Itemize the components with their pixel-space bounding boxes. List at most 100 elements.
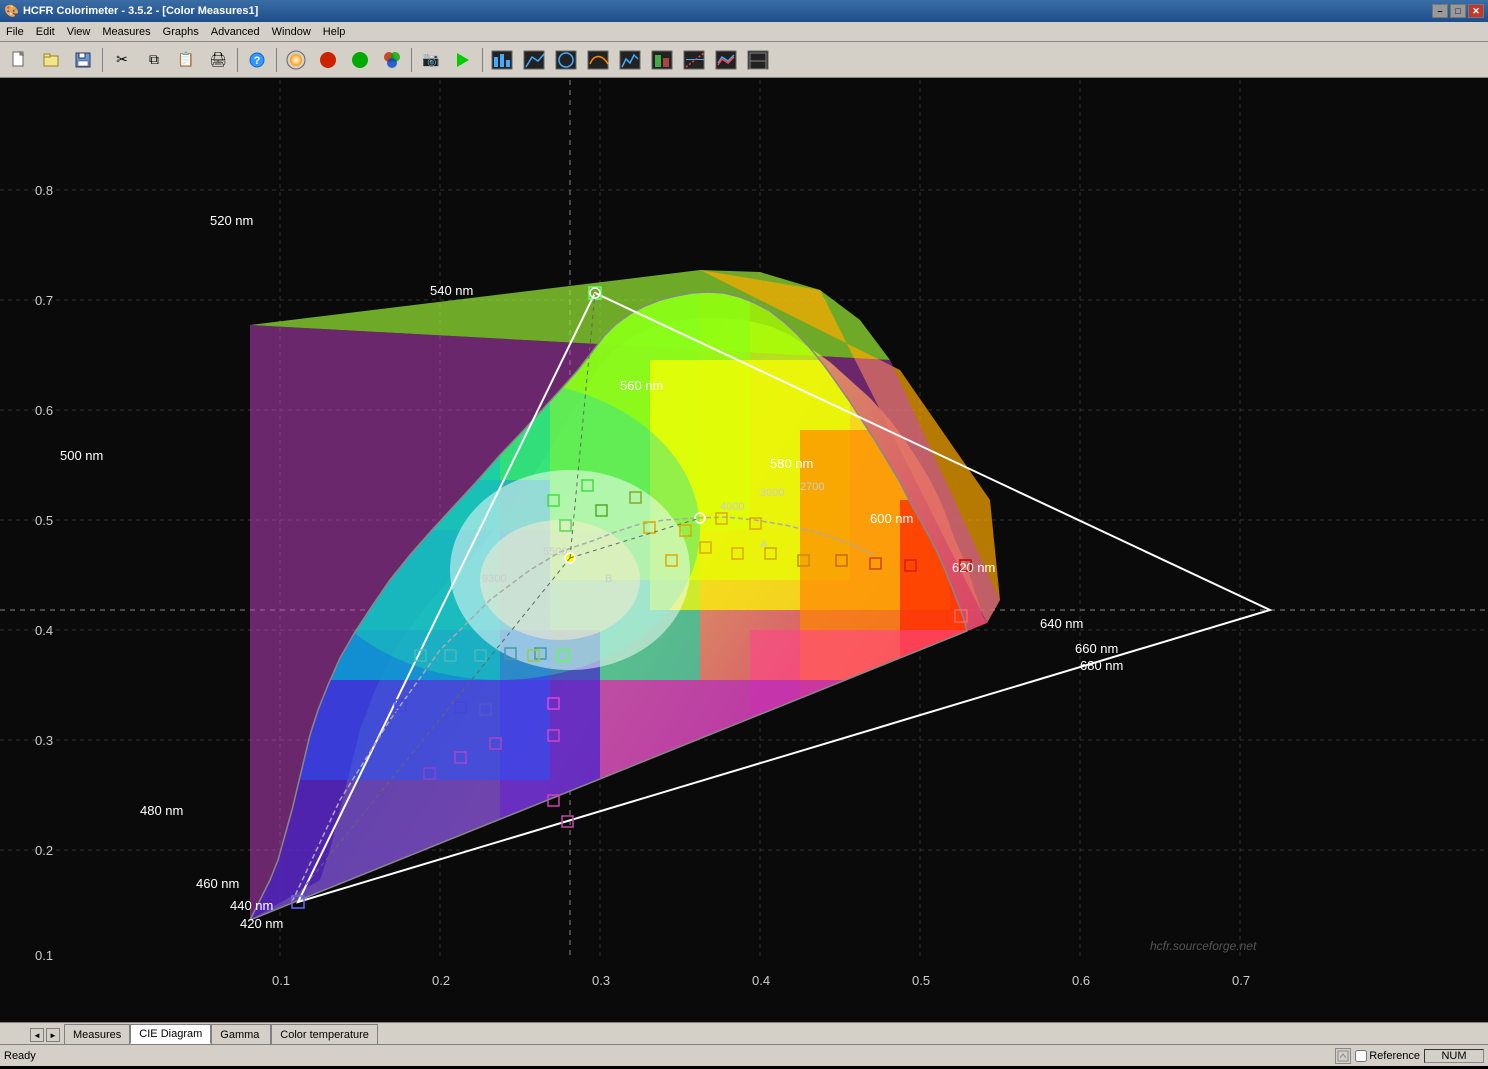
tab-measures[interactable]: Measures xyxy=(64,1024,130,1044)
graph-btn-4[interactable] xyxy=(583,46,613,74)
svg-text:480 nm: 480 nm xyxy=(140,803,183,818)
svg-text:0.4: 0.4 xyxy=(752,973,770,988)
close-button[interactable]: ✕ xyxy=(1468,4,1484,18)
svg-text:460 nm: 460 nm xyxy=(196,876,239,891)
titlebar: 🎨 HCFR Colorimeter - 3.5.2 - [Color Meas… xyxy=(0,0,1488,22)
app-icon: 🎨 xyxy=(4,4,19,18)
svg-text:B: B xyxy=(605,573,612,585)
child-window: 4000 3000 2700 5500 9300 A B xyxy=(0,78,1488,1022)
menu-item-edit[interactable]: Edit xyxy=(30,22,61,41)
menu-item-graphs[interactable]: Graphs xyxy=(157,22,205,41)
separator-2 xyxy=(237,48,238,72)
titlebar-controls: – □ ✕ xyxy=(1432,4,1484,18)
graph-btn-2[interactable] xyxy=(519,46,549,74)
svg-text:9300: 9300 xyxy=(482,573,506,585)
svg-text:0.3: 0.3 xyxy=(35,733,53,748)
reference-check[interactable] xyxy=(1355,1050,1367,1062)
separator-3 xyxy=(276,48,277,72)
titlebar-left: 🎨 HCFR Colorimeter - 3.5.2 - [Color Meas… xyxy=(4,4,258,18)
color-measure-button[interactable] xyxy=(377,46,407,74)
status-right: Reference NUM xyxy=(1335,1048,1484,1064)
svg-text:660 nm: 660 nm xyxy=(1075,641,1118,656)
profile-button[interactable] xyxy=(281,46,311,74)
menu-item-measures[interactable]: Measures xyxy=(96,22,156,41)
menu-item-help[interactable]: Help xyxy=(317,22,352,41)
svg-text:0.6: 0.6 xyxy=(35,403,53,418)
menu-item-advanced[interactable]: Advanced xyxy=(205,22,266,41)
graph-btn-9[interactable] xyxy=(743,46,773,74)
svg-text:0.5: 0.5 xyxy=(912,973,930,988)
cie-diagram-area: 4000 3000 2700 5500 9300 A B xyxy=(0,78,1488,1022)
tab-cie-diagram[interactable]: CIE Diagram xyxy=(130,1024,211,1044)
svg-text:600 nm: 600 nm xyxy=(870,511,913,526)
reference-label: Reference xyxy=(1369,1050,1420,1062)
minimize-button[interactable]: – xyxy=(1432,4,1448,18)
copy-button[interactable]: ⧉ xyxy=(139,46,169,74)
svg-text:hcfr.sourceforge.net: hcfr.sourceforge.net xyxy=(1150,939,1257,953)
tab-navigation: ◄ ► xyxy=(30,1028,60,1044)
separator-1 xyxy=(102,48,103,72)
menu-item-view[interactable]: View xyxy=(61,22,97,41)
svg-text:4000: 4000 xyxy=(720,501,744,513)
tab-gamma[interactable]: Gamma xyxy=(211,1024,271,1044)
capture-button[interactable]: 📷 xyxy=(416,46,446,74)
status-text: Ready xyxy=(4,1050,36,1062)
svg-text:0.3: 0.3 xyxy=(592,973,610,988)
svg-text:0.7: 0.7 xyxy=(35,293,53,308)
statusbar: Ready Reference NUM xyxy=(0,1044,1488,1066)
menu-item-window[interactable]: Window xyxy=(266,22,317,41)
svg-text:3000: 3000 xyxy=(760,487,784,499)
maximize-button[interactable]: □ xyxy=(1450,4,1466,18)
svg-text:0.7: 0.7 xyxy=(1232,973,1250,988)
graph-btn-5[interactable] xyxy=(615,46,645,74)
mdi-area: 4000 3000 2700 5500 9300 A B xyxy=(0,78,1488,1022)
svg-text:440 nm: 440 nm xyxy=(230,898,273,913)
graph-btn-6[interactable] xyxy=(647,46,677,74)
svg-text:0.1: 0.1 xyxy=(272,973,290,988)
svg-text:540 nm: 540 nm xyxy=(430,283,473,298)
svg-text:2700: 2700 xyxy=(800,481,824,493)
open-button[interactable] xyxy=(36,46,66,74)
tab-nav-prev[interactable]: ◄ xyxy=(30,1028,44,1042)
menubar: File Edit View Measures Graphs Advanced … xyxy=(0,22,1488,42)
svg-text:500 nm: 500 nm xyxy=(60,448,103,463)
svg-text:0.4: 0.4 xyxy=(35,623,53,638)
svg-text:680 nm: 680 nm xyxy=(1080,658,1123,673)
graph-btn-3[interactable] xyxy=(551,46,581,74)
status-icon xyxy=(1335,1048,1351,1064)
reference-checkbox[interactable]: Reference xyxy=(1355,1050,1420,1062)
graph-btn-7[interactable] xyxy=(679,46,709,74)
svg-text:520 nm: 520 nm xyxy=(210,213,253,228)
svg-text:560 nm: 560 nm xyxy=(620,378,663,393)
help-button[interactable]: ? xyxy=(242,46,272,74)
green-measure-button[interactable] xyxy=(345,46,375,74)
svg-text:620 nm: 620 nm xyxy=(952,560,995,575)
tabbar: ◄ ► Measures CIE Diagram Gamma Color tem… xyxy=(0,1022,1488,1044)
svg-text:0.5: 0.5 xyxy=(35,513,53,528)
svg-text:5500: 5500 xyxy=(543,546,567,558)
svg-text:420 nm: 420 nm xyxy=(240,916,283,931)
svg-text:640 nm: 640 nm xyxy=(1040,616,1083,631)
app-title: HCFR Colorimeter - 3.5.2 - [Color Measur… xyxy=(23,5,258,17)
separator-4 xyxy=(411,48,412,72)
separator-5 xyxy=(482,48,483,72)
svg-text:0.6: 0.6 xyxy=(1072,973,1090,988)
tab-nav-next[interactable]: ► xyxy=(46,1028,60,1042)
svg-text:0.1: 0.1 xyxy=(35,948,53,963)
svg-text:0.2: 0.2 xyxy=(35,843,53,858)
graph-btn-1[interactable] xyxy=(487,46,517,74)
svg-text:0.2: 0.2 xyxy=(432,973,450,988)
graph-btn-8[interactable] xyxy=(711,46,741,74)
start-button[interactable] xyxy=(448,46,478,74)
save-button[interactable] xyxy=(68,46,98,74)
print-button[interactable]: 🖨 xyxy=(203,46,233,74)
svg-text:0.8: 0.8 xyxy=(35,183,53,198)
tab-color-temperature[interactable]: Color temperature xyxy=(271,1024,378,1044)
svg-text:A: A xyxy=(760,539,768,551)
red-measure-button[interactable] xyxy=(313,46,343,74)
cut-button[interactable]: ✂ xyxy=(107,46,137,74)
menu-item-file[interactable]: File xyxy=(0,22,30,41)
paste-button[interactable]: 📋 xyxy=(171,46,201,74)
new-button[interactable] xyxy=(4,46,34,74)
toolbar: ✂ ⧉ 📋 🖨 ? 📷 xyxy=(0,42,1488,78)
